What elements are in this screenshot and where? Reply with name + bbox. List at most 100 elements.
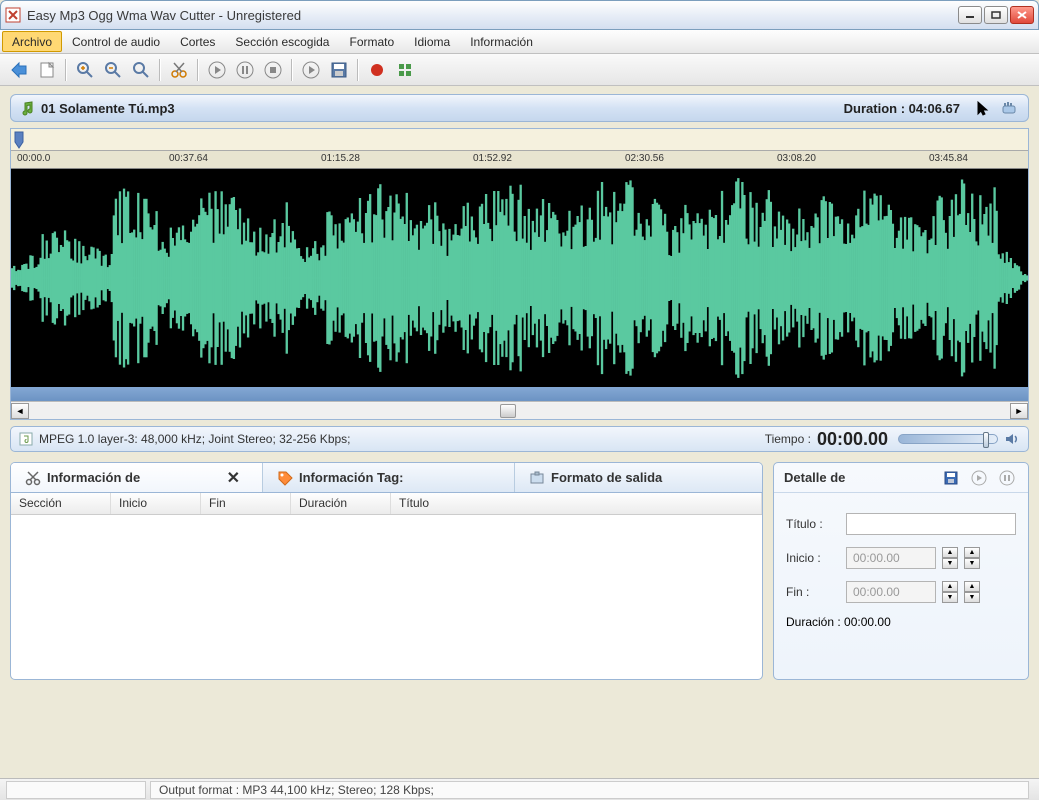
ruler-tick: 01:52.92 (473, 153, 512, 164)
duration-label: Duration : 04:06.67 (844, 101, 960, 116)
status-bar: MPEG 1.0 layer-3: 48,000 kHz; Joint Ster… (10, 426, 1029, 452)
inicio-up2[interactable]: ▲ (964, 547, 980, 558)
new-file-icon[interactable] (34, 57, 60, 83)
menu-seccion-escogida[interactable]: Sección escogida (225, 30, 339, 53)
th-duracion[interactable]: Duración (291, 493, 391, 514)
tab-formato-salida[interactable]: Formato de salida (515, 463, 762, 492)
close-button[interactable] (1010, 6, 1034, 24)
menu-formato[interactable]: Formato (339, 30, 404, 53)
waveform-canvas[interactable] (11, 169, 1028, 387)
fin-up2[interactable]: ▲ (964, 581, 980, 592)
inicio-down2[interactable]: ▼ (964, 558, 980, 569)
tab-close-icon[interactable]: ✕ (219, 468, 248, 488)
volume-slider[interactable] (898, 434, 998, 444)
tab-label: Información Tag: (299, 470, 403, 485)
cut-icon[interactable] (166, 57, 192, 83)
scroll-left-arrow[interactable]: ◄ (11, 403, 29, 419)
detail-save-icon[interactable] (940, 467, 962, 489)
ruler-tick: 00:00.0 (17, 153, 50, 164)
inicio-up[interactable]: ▲ (942, 547, 958, 558)
horizontal-scrollbar[interactable]: ◄ ► (11, 401, 1028, 419)
file-name: 01 Solamente Tú.mp3 (41, 101, 844, 116)
fin-input[interactable] (846, 581, 936, 603)
titlebar: Easy Mp3 Ogg Wma Wav Cutter - Unregister… (0, 0, 1039, 30)
scroll-right-arrow[interactable]: ► (1010, 403, 1028, 419)
titulo-label: Título : (786, 517, 840, 531)
tab-label: Información de (47, 470, 140, 485)
detail-play-icon[interactable] (968, 467, 990, 489)
speaker-icon[interactable] (1004, 431, 1020, 447)
menubar: Archivo Control de audio Cortes Sección … (0, 30, 1039, 54)
ruler-tick: 03:45.84 (929, 153, 968, 164)
file-type-icon (19, 432, 33, 446)
marker-strip[interactable] (11, 129, 1028, 151)
maximize-button[interactable] (984, 6, 1008, 24)
th-inicio[interactable]: Inicio (111, 493, 201, 514)
tab-label: Formato de salida (551, 470, 662, 485)
zoom-in-icon[interactable] (72, 57, 98, 83)
inicio-label: Inicio : (786, 551, 840, 565)
tag-icon (277, 470, 293, 486)
detail-pause-icon[interactable] (996, 467, 1018, 489)
cursor-tool-icon[interactable] (972, 98, 994, 118)
fin-down2[interactable]: ▼ (964, 592, 980, 603)
zoom-out-icon[interactable] (100, 57, 126, 83)
ruler-tick: 01:15.28 (321, 153, 360, 164)
waveform-area: 00:00.0 00:37.64 01:15.28 01:52.92 02:30… (10, 128, 1029, 420)
stop-icon[interactable] (260, 57, 286, 83)
zoom-selection-icon[interactable] (128, 57, 154, 83)
minimize-button[interactable] (958, 6, 982, 24)
bottom-status-strip: Output format : MP3 44,100 kHz; Stereo; … (0, 778, 1039, 800)
app-icon (5, 7, 21, 23)
ruler-tick: 02:30.56 (625, 153, 664, 164)
pause-icon[interactable] (232, 57, 258, 83)
th-fin[interactable]: Fin (201, 493, 291, 514)
scroll-track[interactable] (29, 403, 1010, 419)
fin-label: Fin : (786, 585, 840, 599)
menu-control-audio[interactable]: Control de audio (62, 30, 170, 53)
strip-empty (6, 781, 146, 799)
menu-idioma[interactable]: Idioma (404, 30, 460, 53)
titulo-input[interactable] (846, 513, 1016, 535)
play-selection-icon[interactable] (298, 57, 324, 83)
time-ruler[interactable]: 00:00.0 00:37.64 01:15.28 01:52.92 02:30… (11, 151, 1028, 169)
inicio-down[interactable]: ▼ (942, 558, 958, 569)
fin-up[interactable]: ▲ (942, 581, 958, 592)
save-icon[interactable] (326, 57, 352, 83)
th-seccion[interactable]: Sección (11, 493, 111, 514)
table-header: Sección Inicio Fin Duración Título (11, 493, 762, 515)
menu-informacion[interactable]: Información (460, 30, 543, 53)
output-format-text: Output format : MP3 44,100 kHz; Stereo; … (150, 781, 1029, 799)
format-icon (529, 470, 545, 486)
tiempo-label: Tiempo : (765, 432, 811, 446)
inicio-input[interactable] (846, 547, 936, 569)
detail-panel: Detalle de Título : Inicio : ▲▼ ▲▼ Fin :… (773, 462, 1029, 680)
duracion-label: Duración : 00:00.00 (786, 615, 891, 629)
music-note-icon (19, 100, 35, 116)
ruler-tick: 03:08.20 (777, 153, 816, 164)
pan-tool-icon[interactable] (998, 98, 1020, 118)
codec-info: MPEG 1.0 layer-3: 48,000 kHz; Joint Ster… (39, 432, 765, 446)
tiempo-value: 00:00.00 (817, 429, 888, 450)
open-file-icon[interactable] (6, 57, 32, 83)
volume-thumb[interactable] (983, 432, 989, 448)
tab-seccion-info[interactable]: Información de ✕ (11, 463, 263, 492)
ruler-tick: 00:37.64 (169, 153, 208, 164)
menu-cortes[interactable]: Cortes (170, 30, 225, 53)
fin-down[interactable]: ▼ (942, 592, 958, 603)
window-title: Easy Mp3 Ogg Wma Wav Cutter - Unregister… (27, 8, 958, 23)
file-info-bar: 01 Solamente Tú.mp3 Duration : 04:06.67 (10, 94, 1029, 122)
detail-title: Detalle de (784, 470, 845, 485)
tab-tag-info[interactable]: Información Tag: (263, 463, 515, 492)
record-icon[interactable] (364, 57, 390, 83)
waveform-overview[interactable] (11, 387, 1028, 401)
scissors-icon (25, 470, 41, 486)
menu-archivo[interactable]: Archivo (2, 31, 62, 52)
sections-panel: Información de ✕ Información Tag: Format… (10, 462, 763, 680)
toolbar (0, 54, 1039, 86)
scroll-thumb[interactable] (500, 404, 516, 418)
table-body[interactable] (11, 515, 762, 675)
th-titulo[interactable]: Título (391, 493, 762, 514)
grid-icon[interactable] (392, 57, 418, 83)
play-icon[interactable] (204, 57, 230, 83)
